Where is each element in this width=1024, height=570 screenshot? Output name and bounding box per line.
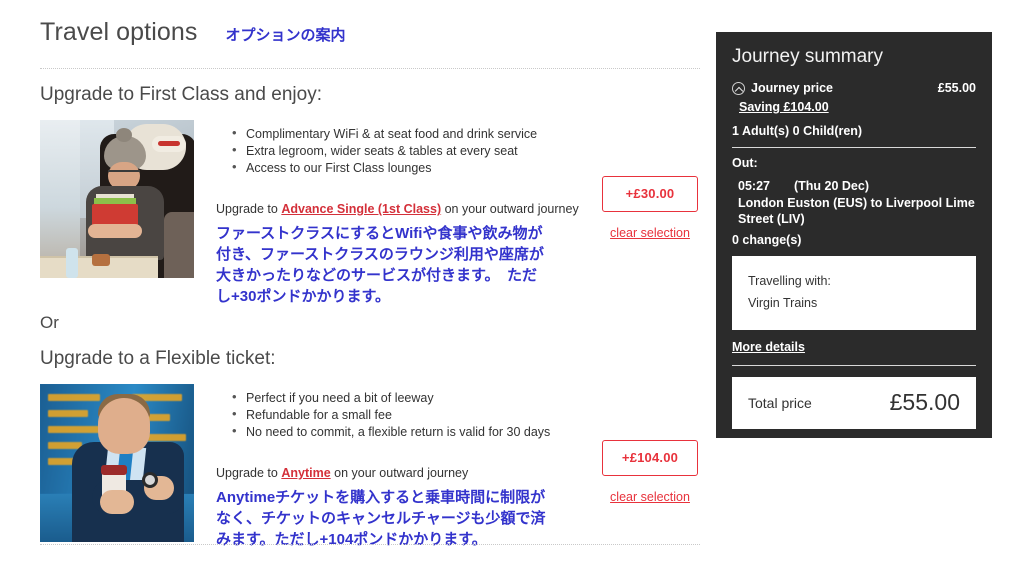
first-class-price-button[interactable]: +£30.00 — [602, 176, 698, 212]
list-item: No need to commit, a flexible return is … — [232, 423, 700, 440]
operator-label: Travelling with: — [748, 274, 831, 288]
total-price-value: £55.00 — [889, 389, 960, 415]
journey-price-row[interactable]: Journey price £55.00 — [732, 81, 976, 95]
depart-date: (Thu 20 Dec) — [793, 179, 869, 193]
flexible-ticket-japanese-description: Anytimeチケットを購入すると乗車時間に制限がなく、チケットのキャンセルチャ… — [216, 489, 546, 548]
operator-box: Travelling with: Virgin Trains — [732, 256, 976, 330]
outbound-label: Out: — [732, 156, 758, 170]
flexible-ticket-clear-selection-link[interactable]: clear selection — [610, 490, 690, 504]
page-title-japanese: オプションの案内 — [225, 27, 346, 44]
list-item: Perfect if you need a bit of leeway — [232, 389, 700, 406]
flexible-ticket-offer-body: Perfect if you need a bit of leeway Refu… — [216, 384, 700, 550]
first-class-heading: Upgrade to First Class and enjoy: — [40, 84, 322, 105]
passenger-count: 1 Adult(s) 0 Child(ren) — [732, 124, 863, 138]
upgrade-prefix-text: Upgrade to — [216, 202, 282, 216]
total-price-box: Total price £55.00 — [732, 377, 976, 429]
header-divider — [40, 68, 700, 69]
total-price-label: Total price — [748, 394, 812, 411]
saving-link[interactable]: Saving £104.00 — [739, 100, 829, 114]
list-item: Extra legroom, wider seats & tables at e… — [232, 142, 700, 159]
first-class-perks-list: Complimentary WiFi & at seat food and dr… — [232, 125, 700, 176]
first-class-offer: Complimentary WiFi & at seat food and dr… — [40, 120, 700, 307]
first-class-japanese-description: ファーストクラスにするとWifiや食事や飲み物が付き、ファーストクラスのラウンジ… — [216, 225, 544, 305]
list-item: Access to our First Class lounges — [232, 159, 700, 176]
page-title: Travel options — [40, 18, 198, 46]
first-class-price-column: +£30.00 clear selection — [602, 176, 698, 242]
first-class-clear-selection-link[interactable]: clear selection — [610, 226, 690, 240]
travel-options-page: Travel options オプションの案内 Upgrade to First… — [0, 0, 1024, 570]
journey-summary-panel: Journey summary Journey price £55.00 Sav… — [716, 32, 992, 438]
operator-name: Virgin Trains — [748, 296, 818, 310]
first-class-offer-body: Complimentary WiFi & at seat food and dr… — [216, 120, 700, 307]
summary-divider-2 — [732, 365, 976, 366]
page-header: Travel options オプションの案内 — [40, 18, 700, 47]
journey-summary-title: Journey summary — [732, 46, 883, 67]
main-content: Travel options オプションの案内 Upgrade to First… — [40, 18, 700, 550]
or-separator-label: Or — [40, 313, 59, 332]
upgrade-suffix-text: on your outward journey — [441, 202, 579, 216]
flexible-ticket-heading: Upgrade to a Flexible ticket: — [40, 348, 276, 369]
flexible-ticket-offer: Perfect if you need a bit of leeway Refu… — [40, 384, 700, 550]
chevron-up-circle-icon[interactable] — [732, 81, 745, 95]
changes-count: 0 change(s) — [732, 233, 802, 247]
flexible-ticket-price-button[interactable]: +£104.00 — [602, 440, 698, 476]
list-item: Refundable for a small fee — [232, 406, 700, 423]
depart-time: 05:27 — [738, 179, 770, 193]
anytime-link[interactable]: Anytime — [281, 466, 330, 480]
journey-price-label: Journey price — [751, 81, 833, 95]
summary-divider-1 — [732, 147, 976, 148]
journey-price-value: £55.00 — [937, 81, 976, 95]
advance-single-first-class-link[interactable]: Advance Single (1st Class) — [281, 202, 441, 216]
first-class-passenger-photo — [40, 120, 194, 278]
outbound-leg: 05:27 (Thu 20 Dec) London Euston (EUS) t… — [738, 179, 976, 227]
list-item: Complimentary WiFi & at seat food and dr… — [232, 125, 700, 142]
route-text: London Euston (EUS) to Liverpool Lime St… — [738, 196, 975, 226]
upgrade-prefix-text: Upgrade to — [216, 466, 282, 480]
flexible-ticket-traveller-photo — [40, 384, 194, 542]
flexible-ticket-price-column: +£104.00 clear selection — [602, 440, 698, 506]
more-details-link[interactable]: More details — [732, 340, 805, 354]
section-divider-bottom — [40, 544, 700, 545]
upgrade-suffix-text: on your outward journey — [330, 466, 469, 480]
flexible-ticket-perks-list: Perfect if you need a bit of leeway Refu… — [232, 389, 700, 440]
